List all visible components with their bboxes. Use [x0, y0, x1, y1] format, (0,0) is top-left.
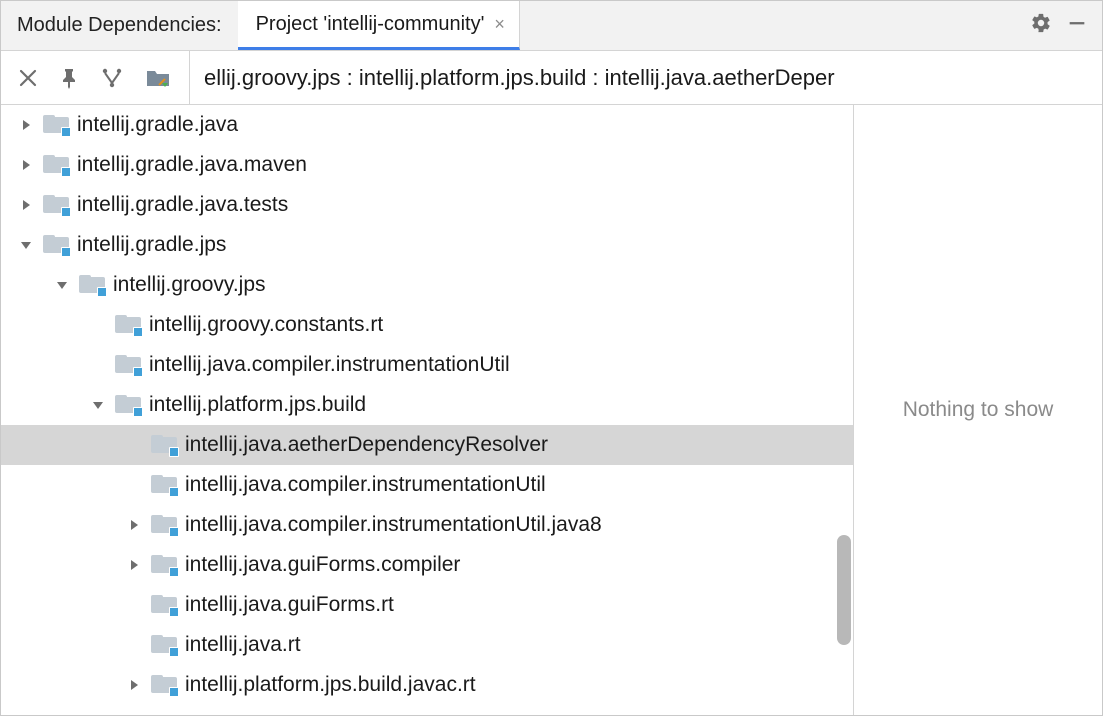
expand-arrow-icon[interactable]: [87, 394, 109, 416]
tree-label: intellij.java.aetherDependencyResolver: [185, 433, 548, 457]
panel-title: Module Dependencies:: [1, 1, 238, 50]
expand-arrow-icon[interactable]: [15, 234, 37, 256]
tree-row[interactable]: intellij.java.compiler.instrumentationUt…: [1, 345, 853, 385]
module-folder-icon: [43, 155, 69, 175]
tree-row[interactable]: intellij.groovy.constants.rt: [1, 305, 853, 345]
tab-project[interactable]: Project 'intellij-community' ×: [238, 1, 520, 50]
tree-row[interactable]: intellij.gradle.java: [1, 105, 853, 145]
module-folder-icon: [115, 395, 141, 415]
expand-arrow-icon[interactable]: [123, 554, 145, 576]
tree-label: intellij.java.compiler.instrumentationUt…: [185, 513, 602, 537]
tree-row[interactable]: intellij.java.compiler.instrumentationUt…: [1, 465, 853, 505]
arrow-spacer: [123, 594, 145, 616]
tree-row[interactable]: intellij.platform.jps.build: [1, 385, 853, 425]
tree-label: intellij.gradle.java.maven: [77, 153, 307, 177]
module-folder-icon: [43, 235, 69, 255]
scrollbar-thumb[interactable]: [837, 535, 851, 645]
module-folder-icon: [151, 475, 177, 495]
tree-row[interactable]: intellij.platform.jps.build.javac.rt: [1, 665, 853, 705]
module-tree[interactable]: intellij.gradle.java intellij.gradle.java…: [1, 105, 853, 715]
arrow-spacer: [123, 634, 145, 656]
tree-row[interactable]: intellij.java.aetherDependencyResolver: [1, 425, 853, 465]
tree-label: intellij.gradle.java.tests: [77, 193, 288, 217]
tree-label: intellij.java.guiForms.compiler: [185, 553, 460, 577]
expand-arrow-icon[interactable]: [123, 674, 145, 696]
tree-row[interactable]: intellij.gradle.java.maven: [1, 145, 853, 185]
tab-label: Project 'intellij-community': [256, 13, 485, 36]
arrow-spacer: [123, 434, 145, 456]
arrow-spacer: [123, 474, 145, 496]
module-folder-icon: [151, 635, 177, 655]
minimize-icon[interactable]: [1066, 12, 1088, 40]
arrow-spacer: [87, 354, 109, 376]
expand-arrow-icon[interactable]: [15, 194, 37, 216]
module-folder-icon: [115, 355, 141, 375]
tree-row[interactable]: intellij.gradle.java.tests: [1, 185, 853, 225]
module-folder-icon: [79, 275, 105, 295]
breadcrumb-path: ellij.groovy.jps : intellij.platform.jps…: [189, 51, 1102, 104]
tree-pane: intellij.gradle.java intellij.gradle.java…: [1, 105, 854, 715]
tree-label: intellij.platform.jps.build: [149, 393, 366, 417]
tree-label: intellij.gradle.jps: [77, 233, 226, 257]
module-folder-icon: [43, 195, 69, 215]
tree-label: intellij.java.guiForms.rt: [185, 593, 394, 617]
tree-label: intellij.groovy.constants.rt: [149, 313, 383, 337]
tree-label: intellij.java.rt: [185, 633, 301, 657]
tree-row[interactable]: intellij.java.rt: [1, 625, 853, 665]
tree-row[interactable]: intellij.java.compiler.instrumentationUt…: [1, 505, 853, 545]
toolbar: ellij.groovy.jps : intellij.platform.jps…: [1, 51, 1102, 105]
tree-label: intellij.java.compiler.instrumentationUt…: [185, 473, 546, 497]
tree-label: intellij.gradle.java: [77, 113, 238, 137]
close-icon[interactable]: ×: [494, 14, 505, 35]
pushpin-icon[interactable]: [59, 67, 79, 89]
detail-pane: Nothing to show: [854, 105, 1102, 715]
tree-row[interactable]: intellij.java.guiForms.rt: [1, 585, 853, 625]
arrow-spacer: [87, 314, 109, 336]
expand-arrow-icon[interactable]: [51, 274, 73, 296]
tree-label: intellij.groovy.jps: [113, 273, 266, 297]
header: Module Dependencies: Project 'intellij-c…: [1, 1, 1102, 51]
module-folder-icon: [151, 515, 177, 535]
folder-nav-icon[interactable]: [145, 67, 171, 89]
close-tool-icon[interactable]: [19, 69, 37, 87]
tree-row[interactable]: intellij.gradle.jps: [1, 225, 853, 265]
module-folder-icon: [151, 675, 177, 695]
detail-placeholder: Nothing to show: [903, 398, 1054, 422]
gear-icon[interactable]: [1030, 12, 1052, 40]
module-folder-icon: [115, 315, 141, 335]
merge-icon[interactable]: [101, 67, 123, 89]
tree-row[interactable]: intellij.groovy.jps: [1, 265, 853, 305]
tree-label: intellij.platform.jps.build.javac.rt: [185, 673, 476, 697]
module-folder-icon: [151, 435, 177, 455]
module-folder-icon: [151, 595, 177, 615]
tree-row[interactable]: intellij.java.guiForms.compiler: [1, 545, 853, 585]
module-folder-icon: [43, 115, 69, 135]
expand-arrow-icon[interactable]: [15, 154, 37, 176]
expand-arrow-icon[interactable]: [123, 514, 145, 536]
header-tools: [1016, 1, 1102, 50]
tree-label: intellij.java.compiler.instrumentationUt…: [149, 353, 510, 377]
expand-arrow-icon[interactable]: [15, 114, 37, 136]
module-folder-icon: [151, 555, 177, 575]
